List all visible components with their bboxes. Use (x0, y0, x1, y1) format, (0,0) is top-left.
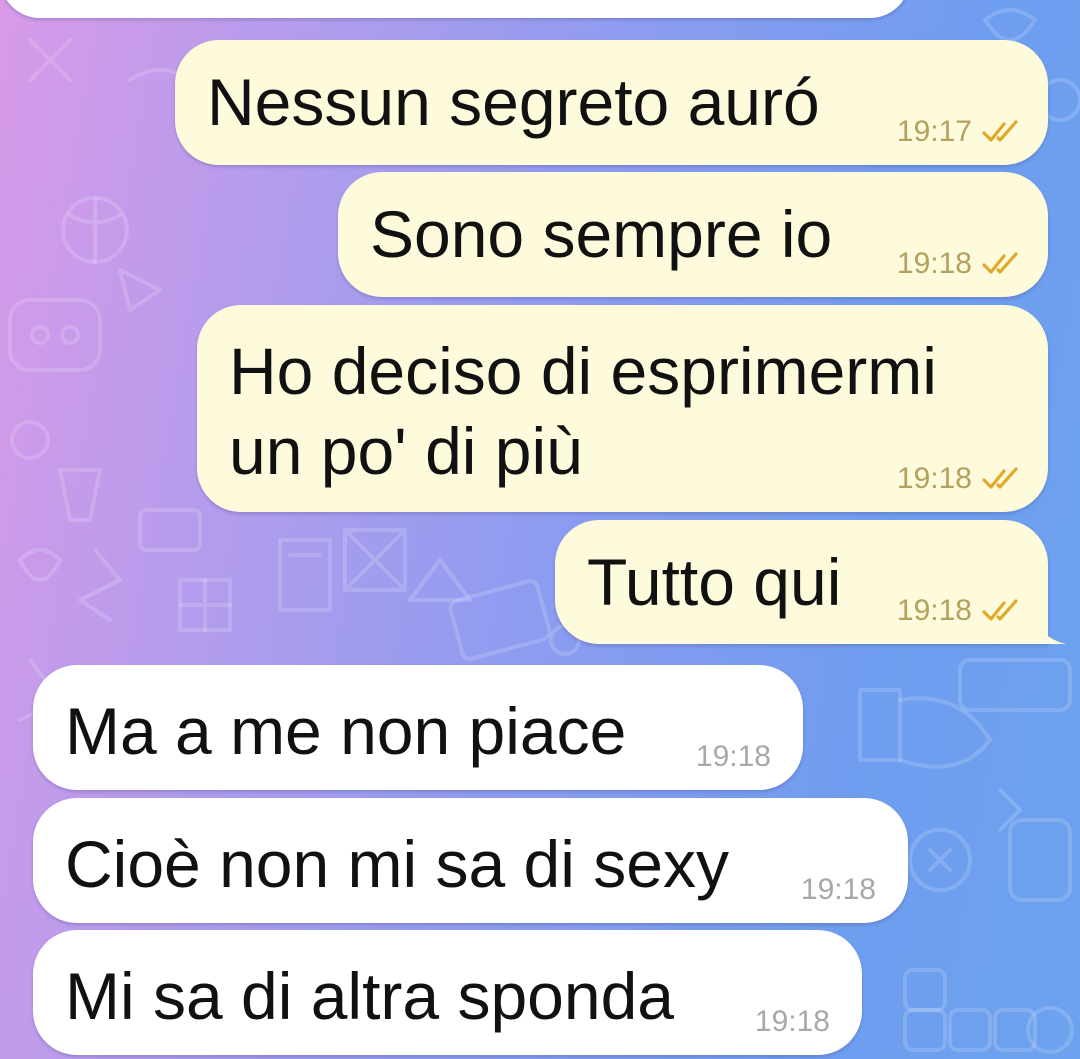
outgoing-message-bubble[interactable]: Sono sempre io 19:18 (338, 172, 1048, 297)
message-meta: 19:18 (755, 1005, 830, 1039)
message-text: Mi sa di altra sponda (65, 959, 674, 1033)
message-text: Tutto qui (587, 545, 842, 619)
message-meta: 19:18 (801, 873, 876, 907)
message-meta: 19:18 (897, 462, 1026, 496)
bubble-tail (1026, 604, 1066, 644)
double-check-icon (982, 120, 1018, 142)
outgoing-message-bubble[interactable]: Nessun segreto auró 19:17 (175, 40, 1048, 165)
message-text: Cioè non mi sa di sexy (65, 827, 729, 901)
double-check-icon (982, 467, 1018, 489)
outgoing-message-bubble[interactable]: Tutto qui 19:18 (555, 520, 1066, 644)
message-time: 19:18 (896, 247, 972, 280)
message-text: Nessun segreto auró (207, 65, 820, 139)
message-text: Sono sempre io (370, 197, 833, 271)
message-meta: 19:18 (696, 740, 771, 774)
message-time: 19:18 (800, 873, 876, 906)
message-time: 19:18 (695, 740, 771, 773)
message-time: 19:18 (896, 594, 972, 627)
partial-message-bubble (0, 0, 910, 18)
message-text-line: Ho deciso di esprimermi (229, 334, 937, 408)
double-check-icon (982, 599, 1018, 621)
message-time: 19:17 (896, 115, 972, 148)
incoming-message-bubble[interactable]: Cioè non mi sa di sexy 19:18 (33, 798, 908, 923)
incoming-message-bubble[interactable]: Mi sa di altra sponda 19:18 (33, 930, 862, 1055)
message-text: Ma a me non piace (65, 694, 627, 768)
message-list[interactable]: Nessun segreto auró 19:17 Sono sempre io… (0, 0, 1080, 1059)
double-check-icon (982, 252, 1018, 274)
message-text-line: un po' di più (229, 414, 583, 488)
message-meta: 19:17 (897, 115, 1026, 149)
message-time: 19:18 (754, 1005, 830, 1038)
message-meta: 19:18 (897, 594, 1026, 628)
outgoing-message-bubble[interactable]: Ho deciso di esprimermi un po' di più 19… (197, 305, 1048, 512)
message-time: 19:18 (896, 462, 972, 495)
incoming-message-bubble[interactable]: Ma a me non piace 19:18 (33, 665, 803, 790)
message-meta: 19:18 (897, 247, 1026, 281)
